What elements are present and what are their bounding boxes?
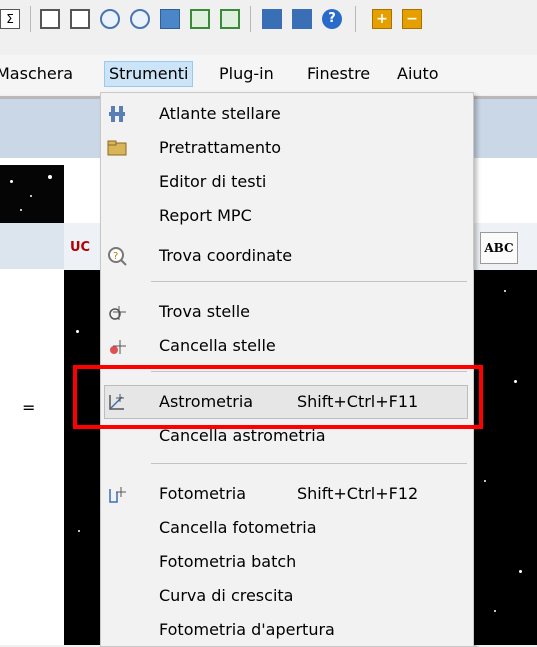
toolbar-separator [250, 6, 251, 32]
image-thumbnail [0, 165, 70, 223]
star-atlas-icon[interactable] [292, 9, 312, 29]
menu-item-fotometria[interactable]: Fotometria Shift+Ctrl+F12 [101, 477, 473, 511]
search-coordinates-icon: ? [107, 246, 127, 266]
find-stars-icon [107, 302, 127, 322]
menu-plug-in[interactable]: Plug-in [215, 63, 278, 85]
document-tab-label[interactable]: UC [70, 240, 90, 255]
image-grid-icon[interactable] [190, 9, 210, 29]
menu-item-trova-coordinate[interactable]: ? Trova coordinate [101, 239, 473, 273]
folder-icon [107, 138, 127, 158]
minus-icon[interactable]: − [402, 9, 422, 29]
menu-item-label: Fotometria [159, 484, 247, 503]
menu-item-fotometria-batch[interactable]: Fotometria batch [101, 545, 473, 579]
menu-item-label: Cancella fotometria [159, 518, 317, 537]
toolbar-separator [30, 6, 31, 32]
photometry-icon [107, 484, 127, 504]
tab-strip [0, 223, 70, 269]
menu-item-label: Editor di testi [159, 172, 267, 191]
menu-item-curva-di-crescita[interactable]: Curva di crescita [101, 579, 473, 613]
menu-aiuto[interactable]: Aiuto [393, 63, 443, 85]
menu-item-label: Trova coordinate [159, 246, 293, 265]
clear-stars-icon [107, 336, 127, 356]
help-icon[interactable]: ? [322, 9, 342, 29]
menu-finestre[interactable]: Finestre [303, 63, 374, 85]
menu-item-fotometria-d-apertura[interactable]: Fotometria d'apertura [101, 613, 473, 647]
menubar: Maschera Strumenti Plug-in Finestre Aiut… [0, 55, 537, 95]
menu-item-editor-di-testi[interactable]: Editor di testi [101, 165, 473, 199]
menu-item-shortcut: Shift+Ctrl+F12 [297, 484, 419, 503]
plus-icon[interactable]: + [372, 9, 392, 29]
settings-grid-icon[interactable] [220, 9, 240, 29]
window-list-icon[interactable] [70, 9, 90, 29]
star-atlas-icon [107, 104, 127, 124]
menu-item-trova-stelle[interactable]: Trova stelle [101, 295, 473, 329]
zoom-out-icon[interactable] [130, 9, 150, 29]
monitor-icon[interactable] [160, 9, 180, 29]
menu-item-cancella-fotometria[interactable]: Cancella fotometria [101, 511, 473, 545]
menu-item-label: Cancella stelle [159, 336, 276, 355]
zoom-in-icon[interactable] [100, 9, 120, 29]
menu-item-report-mpc[interactable]: Report MPC [101, 199, 473, 233]
menu-item-pretrattamento[interactable]: Pretrattamento [101, 131, 473, 165]
menu-item-cancella-stelle[interactable]: Cancella stelle [101, 329, 473, 363]
menu-item-label: Fotometria d'apertura [159, 620, 335, 639]
menu-separator [151, 281, 467, 282]
menu-strumenti[interactable]: Strumenti [104, 61, 194, 87]
menu-item-label: Fotometria batch [159, 552, 297, 571]
sum-icon[interactable]: Σ [0, 9, 20, 29]
highlight-annotation-box [73, 365, 483, 429]
menu-item-label: Atlante stellare [159, 104, 281, 123]
menu-item-label: Curva di crescita [159, 586, 294, 605]
menu-item-label: Pretrattamento [159, 138, 282, 157]
menu-item-label: Trova stelle [159, 302, 250, 321]
bars-icon[interactable] [262, 9, 282, 29]
abc-button[interactable]: ABC [480, 232, 518, 264]
menu-separator [151, 463, 467, 464]
svg-text:?: ? [113, 251, 118, 262]
side-symbol: = [22, 398, 36, 417]
toolbar-separator [355, 6, 356, 32]
menu-item-label: Report MPC [159, 206, 252, 225]
window-icon[interactable] [40, 9, 60, 29]
toolbar: Σ ? + − [0, 0, 537, 38]
menu-maschera[interactable]: Maschera [0, 63, 77, 85]
menu-item-atlante-stellare[interactable]: Atlante stellare [101, 97, 473, 131]
